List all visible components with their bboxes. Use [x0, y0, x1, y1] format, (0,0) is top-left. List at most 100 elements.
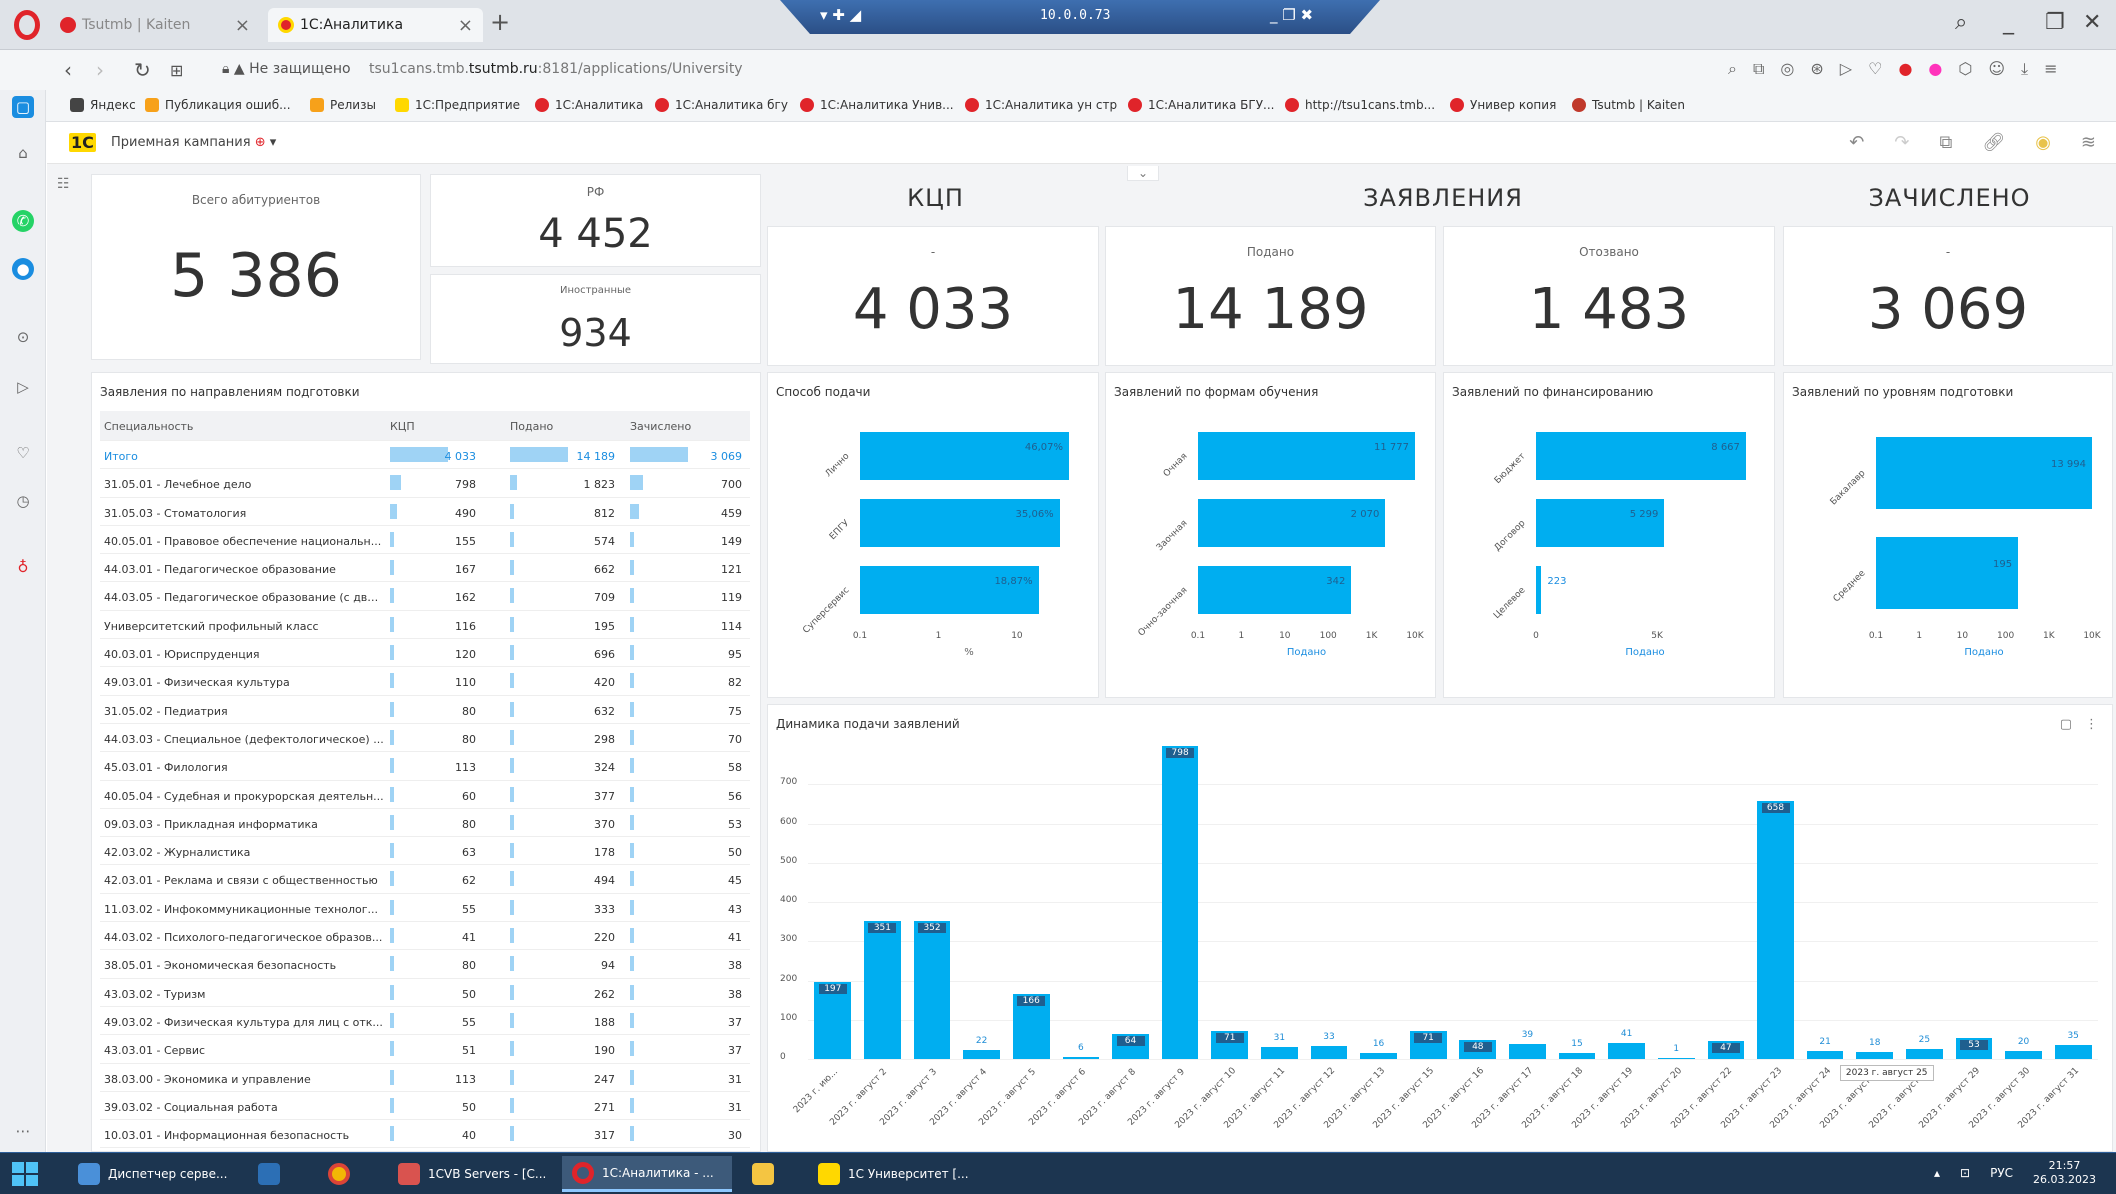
bookmark[interactable]: 1С:Аналитика Унив...	[800, 98, 954, 112]
bar[interactable]	[963, 1050, 1000, 1059]
opera-logo-icon[interactable]	[14, 10, 40, 40]
close-tab-icon[interactable]: ×	[458, 15, 473, 36]
bar[interactable]	[864, 921, 901, 1059]
table-row[interactable]: 44.03.05 - Педагогическое образование (с…	[100, 582, 750, 611]
windows-start-icon[interactable]	[12, 1162, 38, 1186]
bar[interactable]	[1757, 800, 1794, 1059]
bar[interactable]	[2005, 1051, 2042, 1059]
bookmark[interactable]: Tsutmb | Kaiten	[1572, 98, 1685, 112]
bar[interactable]	[1608, 1042, 1645, 1059]
find-icon[interactable]: ⌕	[1728, 59, 1737, 79]
redo-icon[interactable]: ↷	[1894, 132, 1909, 153]
bar[interactable]	[1198, 432, 1415, 481]
favorites-icon[interactable]: ♡	[12, 442, 34, 464]
task-1c-university[interactable]: 1С Университет [...	[808, 1156, 988, 1192]
bar[interactable]	[1509, 1043, 1546, 1059]
heart-icon[interactable]: ♡	[1868, 59, 1882, 79]
x-axis-label[interactable]: Подано	[1876, 647, 2092, 658]
download-icon[interactable]: ⤓	[2021, 59, 2028, 79]
x-axis-label[interactable]: Подано	[1536, 647, 1754, 658]
table-row[interactable]: 44.03.03 - Специальное (дефектологическо…	[100, 724, 750, 753]
pin-icon[interactable]: ♁	[12, 556, 34, 578]
x-axis-label[interactable]: %	[860, 647, 1078, 658]
bookmark[interactable]: 1С:Предприятие	[395, 98, 520, 112]
x-axis-label[interactable]: Подано	[1198, 647, 1415, 658]
extensions-icon[interactable]: ⬡	[1958, 59, 1972, 79]
bar[interactable]	[1806, 1050, 1844, 1059]
submitted-card[interactable]: Подано 14 189	[1105, 226, 1436, 366]
play-icon[interactable]: ▷	[1840, 59, 1852, 79]
network-icon[interactable]: ⊡	[1960, 1166, 1970, 1180]
column-header[interactable]: КЦП	[390, 420, 415, 433]
withdrawn-card[interactable]: Отозвано 1 483	[1443, 226, 1775, 366]
bar[interactable]	[1876, 537, 2019, 609]
table-row[interactable]: 09.03.03 - Прикладная информатика 80 370 53	[100, 809, 750, 838]
total-applicants-card[interactable]: Всего абитуриентов 5 386	[91, 174, 421, 360]
table-row[interactable]: 40.05.01 - Правовое обеспечение национал…	[100, 526, 750, 555]
extension2-icon[interactable]: ●	[1928, 59, 1942, 79]
bar[interactable]	[1198, 499, 1386, 547]
bookmark[interactable]: 1С:Аналитика	[535, 98, 643, 112]
table-row[interactable]: 43.03.01 - Сервис 51 190 37	[100, 1035, 750, 1064]
bar[interactable]	[860, 432, 1069, 481]
table-row[interactable]: 44.03.02 - Психолого-педагогическое обра…	[100, 922, 750, 951]
speed-dial-icon[interactable]: ▢	[12, 96, 34, 118]
insecure-warning[interactable]: 🔒︎ ▲ Не защищено	[222, 61, 351, 77]
search-icon[interactable]: ⌕	[1955, 10, 1967, 35]
collapse-icon[interactable]: ⌄	[1127, 166, 1160, 181]
bookmark[interactable]: 1С:Аналитика бгу	[655, 98, 788, 112]
task-explorer[interactable]	[742, 1156, 802, 1192]
outline-icon[interactable]: ☷	[57, 176, 70, 192]
bar[interactable]	[860, 499, 1060, 547]
bookmark[interactable]: Релизы	[310, 98, 376, 112]
maximize-icon[interactable]: ▢	[2060, 717, 2072, 732]
reload-icon[interactable]: ↻	[134, 58, 151, 82]
column-header[interactable]: Подано	[510, 420, 553, 433]
table-row[interactable]: 45.03.01 - Филология 113 324 58	[100, 752, 750, 781]
bar[interactable]	[1310, 1046, 1348, 1059]
bar[interactable]	[1657, 1058, 1695, 1059]
link-icon[interactable]: 🔗︎	[1982, 132, 2005, 153]
new-tab-button[interactable]: +	[490, 8, 510, 36]
table-row[interactable]: 10.03.01 - Информационная безопасность 40…	[100, 1120, 750, 1149]
clock[interactable]: 21:57 26.03.2023	[2033, 1159, 2096, 1187]
table-row[interactable]: 40.05.04 - Судебная и прокурорская деяте…	[100, 781, 750, 809]
close-window-icon[interactable]: ✕	[2083, 10, 2101, 35]
campaign-selector[interactable]: Приемная кампания ⊕ ▾	[111, 135, 276, 150]
table-row[interactable]: 11.03.02 - Инфокоммуникационные технолог…	[100, 894, 750, 923]
user-avatar-icon[interactable]: ◉	[2035, 132, 2051, 153]
forward-icon[interactable]: ›	[96, 58, 104, 82]
column-header[interactable]: Специальность	[104, 420, 384, 433]
history-icon[interactable]: ◷	[12, 490, 34, 512]
table-row[interactable]: 42.03.01 - Реклама и связи с общественно…	[100, 865, 750, 894]
url-field[interactable]: 🔒︎ ▲ Не защищено tsu1cans.tmb.tsutmb.ru:…	[222, 61, 743, 77]
snapshot-icon[interactable]: ⧉	[1753, 59, 1764, 79]
table-row[interactable]: 49.03.01 - Физическая культура 110 420 82	[100, 667, 750, 696]
bar[interactable]	[1260, 1046, 1298, 1059]
bar[interactable]	[913, 920, 951, 1059]
table-row[interactable]: 42.03.02 - Журналистика 63 178 50	[100, 837, 750, 866]
bar[interactable]	[1536, 499, 1665, 547]
language-indicator[interactable]: РУС	[1990, 1166, 2013, 1180]
bookmark[interactable]: Универ копия	[1450, 98, 1556, 112]
table-row[interactable]: 38.03.00 - Экономика и управление 113 247 3…	[100, 1064, 750, 1092]
bar[interactable]	[1905, 1049, 1943, 1059]
table-row[interactable]: Итого 4 033 14 189 3 069	[100, 441, 750, 470]
bar[interactable]	[1161, 745, 1199, 1059]
bookmark[interactable]: 1С:Аналитика БГУ...	[1128, 98, 1274, 112]
bar[interactable]	[1062, 1056, 1100, 1059]
minimize-icon[interactable]: _	[2003, 10, 2014, 35]
table-row[interactable]: 31.05.01 - Лечебное дело 798 1 823 700	[100, 469, 750, 498]
open-external-icon[interactable]: ⧉	[1939, 132, 1952, 153]
table-row[interactable]: Университетский профильный класс 116 195 11…	[100, 611, 750, 640]
bookmark[interactable]: http://tsu1cans.tmb...	[1285, 98, 1435, 112]
rf-card[interactable]: РФ 4 452	[430, 174, 761, 267]
table-row[interactable]: 31.05.03 - Стоматология 490 812 459	[100, 498, 750, 526]
column-header[interactable]: Зачислено	[630, 420, 691, 433]
camera-icon[interactable]: ◎	[1780, 59, 1794, 79]
table-row[interactable]: 44.03.01 - Педагогическое образование 167…	[100, 554, 750, 583]
close-tab-icon[interactable]: ×	[235, 15, 250, 36]
bar[interactable]	[1198, 565, 1352, 614]
restore-icon[interactable]: ❐	[2045, 10, 2065, 35]
extension-icon[interactable]: ●	[1898, 59, 1912, 79]
